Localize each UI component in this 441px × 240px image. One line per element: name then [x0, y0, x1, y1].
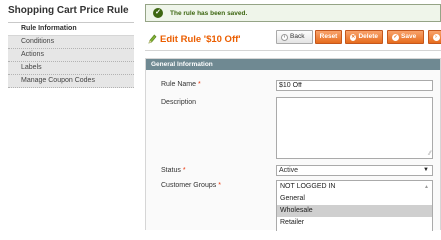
reset-button-label: Reset	[319, 33, 338, 40]
status-select[interactable]: Active ▼	[276, 165, 433, 176]
check-icon: ✓	[153, 8, 163, 18]
customer-groups-multiselect[interactable]: ▲ NOT LOGGED IN General Wholesale Retail…	[276, 180, 433, 231]
back-button-label: Back	[290, 33, 305, 40]
customer-groups-label-text: Customer Groups	[161, 182, 217, 189]
section-title: General Information	[146, 59, 440, 70]
save-and-continue-button[interactable]: ›	[428, 30, 441, 44]
rule-name-input[interactable]	[276, 80, 433, 91]
tab-conditions[interactable]: Conditions	[8, 36, 134, 49]
reset-button[interactable]: Reset	[315, 30, 342, 44]
sidebar-title: Shopping Cart Price Rule	[8, 5, 129, 16]
customer-group-option-selected[interactable]: Wholesale	[277, 205, 432, 217]
chevron-down-icon: ▼	[423, 167, 429, 173]
back-arrow-icon: ‹	[281, 33, 288, 41]
main-content: ✓ The rule has been saved. Edit Rule '$1…	[145, 0, 441, 231]
status-select-value: Active	[279, 167, 299, 174]
scroll-up-icon[interactable]: ▲	[424, 184, 429, 190]
required-marker: *	[197, 81, 201, 88]
success-message-text: The rule has been saved.	[170, 9, 248, 17]
delete-icon: ✕	[350, 33, 357, 41]
required-marker: *	[218, 182, 221, 189]
customer-groups-label: Customer Groups *	[161, 182, 221, 189]
tab-manage-coupon-codes[interactable]: Manage Coupon Codes	[8, 75, 134, 88]
edit-pencil-icon	[148, 34, 157, 44]
rule-name-label-text: Rule Name	[161, 81, 197, 88]
sidebar-tabs: Rule Information Conditions Actions Labe…	[8, 22, 134, 88]
page-header: Edit Rule '$10 Off' ‹ Back Reset ✕ Delet…	[145, 27, 441, 51]
rule-name-label: Rule Name *	[161, 81, 201, 88]
description-textarea[interactable]: ⁄⁄	[276, 97, 433, 159]
save-button[interactable]: ✓ Save	[387, 30, 424, 44]
sidebar: Shopping Cart Price Rule Rule Informatio…	[0, 0, 134, 230]
required-marker: *	[182, 167, 186, 174]
delete-button[interactable]: ✕ Delete	[345, 30, 383, 44]
general-information-section: General Information Rule Name * Descript…	[145, 58, 441, 231]
tab-rule-information[interactable]: Rule Information	[8, 23, 134, 36]
page-title: Edit Rule '$10 Off'	[160, 34, 241, 45]
resize-grip-icon[interactable]: ⁄⁄	[429, 151, 431, 157]
tab-labels[interactable]: Labels	[8, 62, 134, 75]
back-button[interactable]: ‹ Back	[276, 30, 313, 44]
tab-actions[interactable]: Actions	[8, 49, 134, 62]
delete-button-label: Delete	[358, 33, 378, 40]
save-check-icon: ✓	[392, 33, 399, 41]
customer-group-option[interactable]: General	[277, 193, 432, 205]
customer-group-option[interactable]: Retailer	[277, 217, 432, 229]
status-label-text: Status	[161, 167, 181, 174]
continue-arrow-icon: ›	[432, 33, 440, 41]
status-label: Status *	[161, 167, 186, 174]
save-button-label: Save	[401, 33, 417, 40]
success-message: ✓ The rule has been saved.	[145, 4, 441, 22]
description-label: Description	[161, 99, 197, 106]
customer-group-option[interactable]: NOT LOGGED IN	[277, 181, 432, 193]
header-divider	[145, 50, 441, 51]
